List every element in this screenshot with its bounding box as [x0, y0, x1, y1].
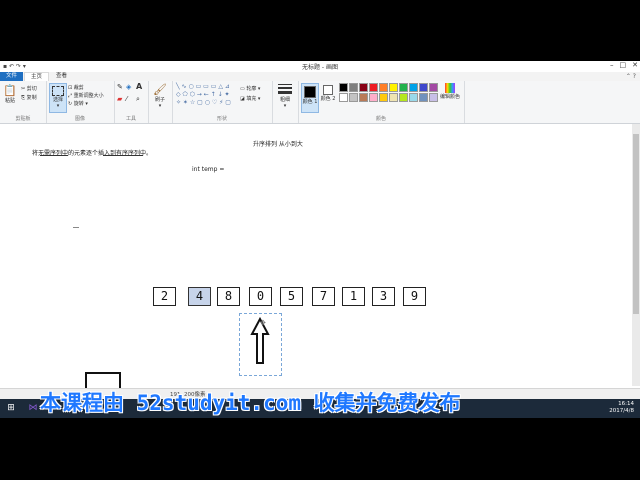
- rainbow-icon: [445, 83, 455, 93]
- brush-icon: 🖌: [153, 83, 167, 96]
- select-icon: [52, 86, 64, 96]
- copy-button[interactable]: ⎘ 复制: [21, 94, 37, 101]
- color-swatch[interactable]: [339, 93, 348, 102]
- outline-button[interactable]: ▭ 轮廓 ▾: [240, 85, 260, 92]
- code-text: int temp =: [192, 166, 225, 173]
- color-swatch[interactable]: [389, 93, 398, 102]
- number-box: 9: [403, 287, 426, 306]
- vertical-scrollbar[interactable]: [632, 124, 640, 386]
- color-swatch[interactable]: [369, 83, 378, 92]
- color-swatch[interactable]: [399, 83, 408, 92]
- crop-button[interactable]: ⊡ 裁剪: [68, 84, 84, 91]
- clipboard-group: 📋 粘贴 ✂ 剪切 ⎘ 复制 剪贴板: [0, 81, 47, 123]
- color1-button[interactable]: 颜色 1: [301, 83, 319, 113]
- cut-button[interactable]: ✂ 剪切: [21, 85, 37, 92]
- window-controls: – □ ✕: [610, 61, 638, 69]
- color2-swatch: [323, 85, 333, 95]
- tab-view[interactable]: 查看: [50, 72, 73, 81]
- selection-rectangle[interactable]: ✥: [239, 313, 282, 376]
- color-swatch[interactable]: [399, 93, 408, 102]
- paste-button[interactable]: 📋 粘贴: [3, 84, 17, 104]
- image-group: 选择 ▾ ⊡ 裁剪 ⤢ 重新调整大小 ↻ 旋转 ▾ 图像: [46, 81, 115, 123]
- color-swatch[interactable]: [429, 93, 438, 102]
- ribbon: 📋 粘贴 ✂ 剪切 ⎘ 复制 剪贴板 选择 ▾ ⊡ 裁剪 ⤢ 重新调整大小 ↻ …: [0, 81, 640, 124]
- color-swatch[interactable]: [349, 83, 358, 92]
- minimize-button[interactable]: –: [610, 61, 614, 69]
- screen: ▪ ↶ ↷ ▾ 无标题 - 画图 – □ ✕ 文件 主页 查看 ⌃ ? 📋 粘贴…: [0, 61, 640, 418]
- color-picker-icon[interactable]: ⁄: [126, 95, 127, 103]
- color-swatch[interactable]: [379, 83, 388, 92]
- color-swatch[interactable]: [429, 83, 438, 92]
- system-clock[interactable]: 16:14 2017/4/8: [609, 401, 634, 415]
- shapes-group: ╲ ∿ ○ ▭ ▭ ▭ △ ⊿ ◇ ⬠ ⬡ → ← ↑ ↓ ✦ ✧ ✶ ☆ ▢ …: [172, 81, 273, 123]
- windows-start-icon[interactable]: ⊞: [4, 402, 18, 415]
- pencil-icon[interactable]: ✎: [117, 83, 123, 91]
- watermark-text: 本课程由 52studyit.com 收集并免费发布: [40, 391, 461, 415]
- number-box: 4: [188, 287, 211, 306]
- number-box: 2: [153, 287, 176, 306]
- color-swatch[interactable]: [379, 93, 388, 102]
- size-group: 粗细 ▾: [272, 81, 299, 123]
- color-swatch[interactable]: [409, 93, 418, 102]
- close-button[interactable]: ✕: [632, 61, 638, 69]
- brushes-button[interactable]: 🖌 刷子 ▾: [151, 83, 169, 109]
- color-swatch[interactable]: [349, 93, 358, 102]
- color-swatch[interactable]: [409, 83, 418, 92]
- fill-button[interactable]: ◪ 填充 ▾: [240, 95, 260, 102]
- color-swatch[interactable]: [359, 93, 368, 102]
- magnifier-icon[interactable]: ⌕: [136, 95, 140, 104]
- color-swatch[interactable]: [359, 83, 368, 92]
- move-cursor-icon: ✥: [260, 319, 266, 327]
- size-button[interactable]: 粗细 ▾: [275, 84, 295, 109]
- number-box: 0: [249, 287, 272, 306]
- shapes-gallery-row1[interactable]: ╲ ∿ ○ ▭ ▭ ▭ △ ⊿: [176, 83, 230, 90]
- number-box: 8: [217, 287, 240, 306]
- color1-swatch: [304, 86, 316, 98]
- fill-icon[interactable]: ◈: [126, 83, 131, 91]
- colors-group: 颜色 1 颜色 2 编辑颜色 颜色: [298, 81, 465, 123]
- shapes-gallery-row3[interactable]: ✧ ✶ ☆ ▢ ○ ♡ ⚡ ▢: [176, 99, 231, 106]
- help-icon[interactable]: ⌃ ?: [626, 73, 636, 80]
- edit-colors-button[interactable]: 编辑颜色: [438, 83, 462, 100]
- resize-button[interactable]: ⤢ 重新调整大小: [68, 92, 104, 99]
- color-swatch[interactable]: [339, 83, 348, 92]
- eraser-icon[interactable]: ▰: [117, 95, 122, 103]
- number-box: 3: [372, 287, 395, 306]
- rotate-button[interactable]: ↻ 旋转 ▾: [68, 100, 88, 107]
- number-box: 1: [342, 287, 365, 306]
- color2-button[interactable]: 颜色 2: [320, 83, 336, 102]
- shapes-gallery-row2[interactable]: ◇ ⬠ ⬡ → ← ↑ ↓ ✦: [176, 91, 230, 98]
- color-swatch[interactable]: [369, 93, 378, 102]
- select-button[interactable]: 选择 ▾: [49, 83, 67, 113]
- brushes-group: 🖌 刷子 ▾: [148, 81, 173, 123]
- drawing-canvas[interactable]: 升序排列 从小到大 将无需序列中的元素逐个插入到有序序列中。 int temp …: [0, 124, 632, 407]
- underline-mark: [103, 155, 143, 156]
- color-swatch[interactable]: [419, 83, 428, 92]
- dash-mark: [73, 227, 79, 228]
- visual-studio-icon[interactable]: ⋈: [26, 402, 40, 415]
- color-swatch[interactable]: [419, 93, 428, 102]
- maximize-button[interactable]: □: [620, 61, 627, 69]
- line-width-icon: [278, 84, 292, 94]
- window-title: 无标题 - 画图: [302, 64, 338, 71]
- color-swatch[interactable]: [389, 83, 398, 92]
- text-tool-icon[interactable]: A: [136, 82, 142, 91]
- number-box: 5: [280, 287, 303, 306]
- canvas-heading: 升序排列 从小到大: [253, 141, 303, 148]
- underline-mark: [40, 155, 68, 156]
- color-palette: [339, 83, 439, 103]
- tools-group: ✎ ◈ A ▰ ⁄ ⌕ 工具: [114, 81, 149, 123]
- tab-file[interactable]: 文件: [0, 72, 24, 81]
- number-box: 7: [312, 287, 335, 306]
- clipboard-icon: 📋: [3, 84, 17, 97]
